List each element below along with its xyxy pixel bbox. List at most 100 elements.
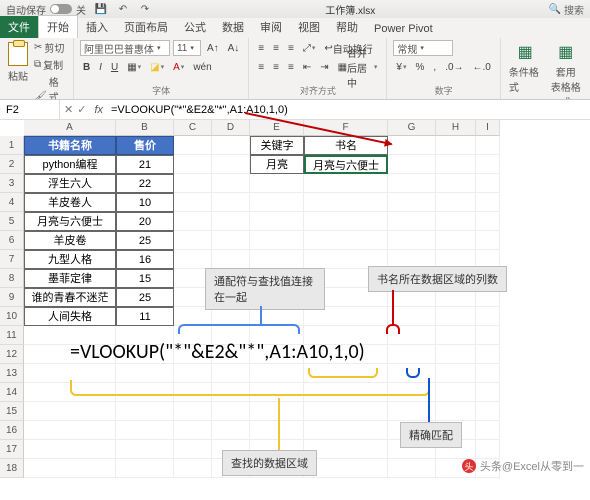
col-header-A[interactable]: A	[24, 120, 116, 136]
cell-B10[interactable]: 11	[116, 307, 174, 326]
decrease-decimal-icon[interactable]: ←.0	[470, 59, 494, 75]
cell-C14[interactable]	[174, 383, 212, 402]
cell-B8[interactable]: 15	[116, 269, 174, 288]
cell-D7[interactable]	[212, 250, 250, 269]
cut-button[interactable]: ✂剪切	[34, 40, 67, 55]
cell-I1[interactable]	[476, 136, 500, 155]
cell-D16[interactable]	[212, 421, 250, 440]
cell-A16[interactable]	[24, 421, 116, 440]
col-header-G[interactable]: G	[388, 120, 436, 136]
indent-increase-icon[interactable]: ⇥	[317, 59, 331, 75]
cell-F13[interactable]	[304, 364, 388, 383]
cell-B9[interactable]: 25	[116, 288, 174, 307]
cell-B5[interactable]: 20	[116, 212, 174, 231]
cell-F15[interactable]	[304, 402, 388, 421]
cell-E13[interactable]	[250, 364, 304, 383]
formula-bar[interactable]: =VLOOKUP("*"&E2&"*",A1:A10,1,0)	[107, 104, 590, 116]
align-center-icon[interactable]: ≡	[270, 59, 282, 75]
col-header-C[interactable]: C	[174, 120, 212, 136]
cell-G18[interactable]	[388, 459, 436, 478]
cell-F3[interactable]	[304, 174, 388, 193]
row-header-11[interactable]: 11	[0, 326, 24, 345]
cell-B3[interactable]: 22	[116, 174, 174, 193]
cell-H4[interactable]	[436, 193, 476, 212]
row-header-9[interactable]: 9	[0, 288, 24, 307]
col-header-H[interactable]: H	[436, 120, 476, 136]
cell-C18[interactable]	[174, 459, 212, 478]
paste-button[interactable]: 粘贴	[6, 40, 30, 85]
cell-A13[interactable]	[24, 364, 116, 383]
cell-E14[interactable]	[250, 383, 304, 402]
col-header-F[interactable]: F	[304, 120, 388, 136]
search-box[interactable]: 🔍 搜索	[549, 2, 584, 17]
cell-A1[interactable]: 书籍名称	[24, 136, 116, 155]
cell-H14[interactable]	[436, 383, 476, 402]
format-painter-button[interactable]: 🖌格式刷	[34, 74, 67, 100]
cell-A7[interactable]: 九型人格	[24, 250, 116, 269]
cell-E4[interactable]	[250, 193, 304, 212]
cell-A17[interactable]	[24, 440, 116, 459]
cell-I18[interactable]	[476, 459, 500, 478]
currency-icon[interactable]: ¥	[393, 59, 409, 75]
decrease-font-icon[interactable]: A↓	[225, 40, 243, 56]
cell-F2[interactable]: 月亮与六便士	[304, 155, 388, 174]
tab-help[interactable]: 帮助	[328, 16, 366, 38]
cell-A14[interactable]	[24, 383, 116, 402]
col-header-B[interactable]: B	[116, 120, 174, 136]
cell-B4[interactable]: 10	[116, 193, 174, 212]
row-header-7[interactable]: 7	[0, 250, 24, 269]
cell-C16[interactable]	[174, 421, 212, 440]
cell-H18[interactable]	[436, 459, 476, 478]
cell-I10[interactable]	[476, 307, 500, 326]
phonetic-button[interactable]: wén	[190, 59, 214, 75]
cell-I16[interactable]	[476, 421, 500, 440]
cell-B15[interactable]	[116, 402, 174, 421]
cell-H10[interactable]	[436, 307, 476, 326]
cell-G1[interactable]	[388, 136, 436, 155]
tab-powerpivot[interactable]: Power Pivot	[366, 20, 441, 38]
cell-B6[interactable]: 25	[116, 231, 174, 250]
font-size-select[interactable]: 11▾	[173, 40, 201, 56]
cell-H3[interactable]	[436, 174, 476, 193]
cell-H12[interactable]	[436, 345, 476, 364]
cell-D15[interactable]	[212, 402, 250, 421]
row-header-12[interactable]: 12	[0, 345, 24, 364]
col-header-D[interactable]: D	[212, 120, 250, 136]
enter-formula-icon[interactable]: ✓	[77, 103, 86, 116]
tab-insert[interactable]: 插入	[78, 16, 116, 38]
cell-I6[interactable]	[476, 231, 500, 250]
align-right-icon[interactable]: ≡	[285, 59, 297, 75]
cell-G3[interactable]	[388, 174, 436, 193]
cell-I2[interactable]	[476, 155, 500, 174]
cell-B18[interactable]	[116, 459, 174, 478]
cell-C15[interactable]	[174, 402, 212, 421]
row-header-14[interactable]: 14	[0, 383, 24, 402]
cell-E5[interactable]	[250, 212, 304, 231]
name-box[interactable]: F2	[0, 100, 60, 119]
col-header-E[interactable]: E	[250, 120, 304, 136]
cell-E2[interactable]: 月亮	[250, 155, 304, 174]
cell-G13[interactable]	[388, 364, 436, 383]
number-format-select[interactable]: 常规▾	[393, 40, 453, 56]
increase-font-icon[interactable]: A↑	[204, 40, 222, 56]
percent-icon[interactable]: %	[413, 59, 428, 75]
cell-I11[interactable]	[476, 326, 500, 345]
cell-G5[interactable]	[388, 212, 436, 231]
tab-home[interactable]: 开始	[38, 15, 78, 38]
font-name-select[interactable]: 阿里巴巴普惠体▾	[80, 40, 170, 56]
copy-button[interactable]: ⧉复制	[34, 57, 67, 72]
align-left-icon[interactable]: ≡	[255, 59, 267, 75]
row-header-17[interactable]: 17	[0, 440, 24, 459]
row-header-16[interactable]: 16	[0, 421, 24, 440]
cell-A18[interactable]	[24, 459, 116, 478]
cell-A10[interactable]: 人间失格	[24, 307, 116, 326]
align-top-icon[interactable]: ≡	[255, 40, 267, 56]
cell-F6[interactable]	[304, 231, 388, 250]
cell-A15[interactable]	[24, 402, 116, 421]
cell-G10[interactable]	[388, 307, 436, 326]
cell-C3[interactable]	[174, 174, 212, 193]
cell-F1[interactable]: 书名	[304, 136, 388, 155]
cell-D4[interactable]	[212, 193, 250, 212]
cell-I4[interactable]	[476, 193, 500, 212]
cell-C13[interactable]	[174, 364, 212, 383]
